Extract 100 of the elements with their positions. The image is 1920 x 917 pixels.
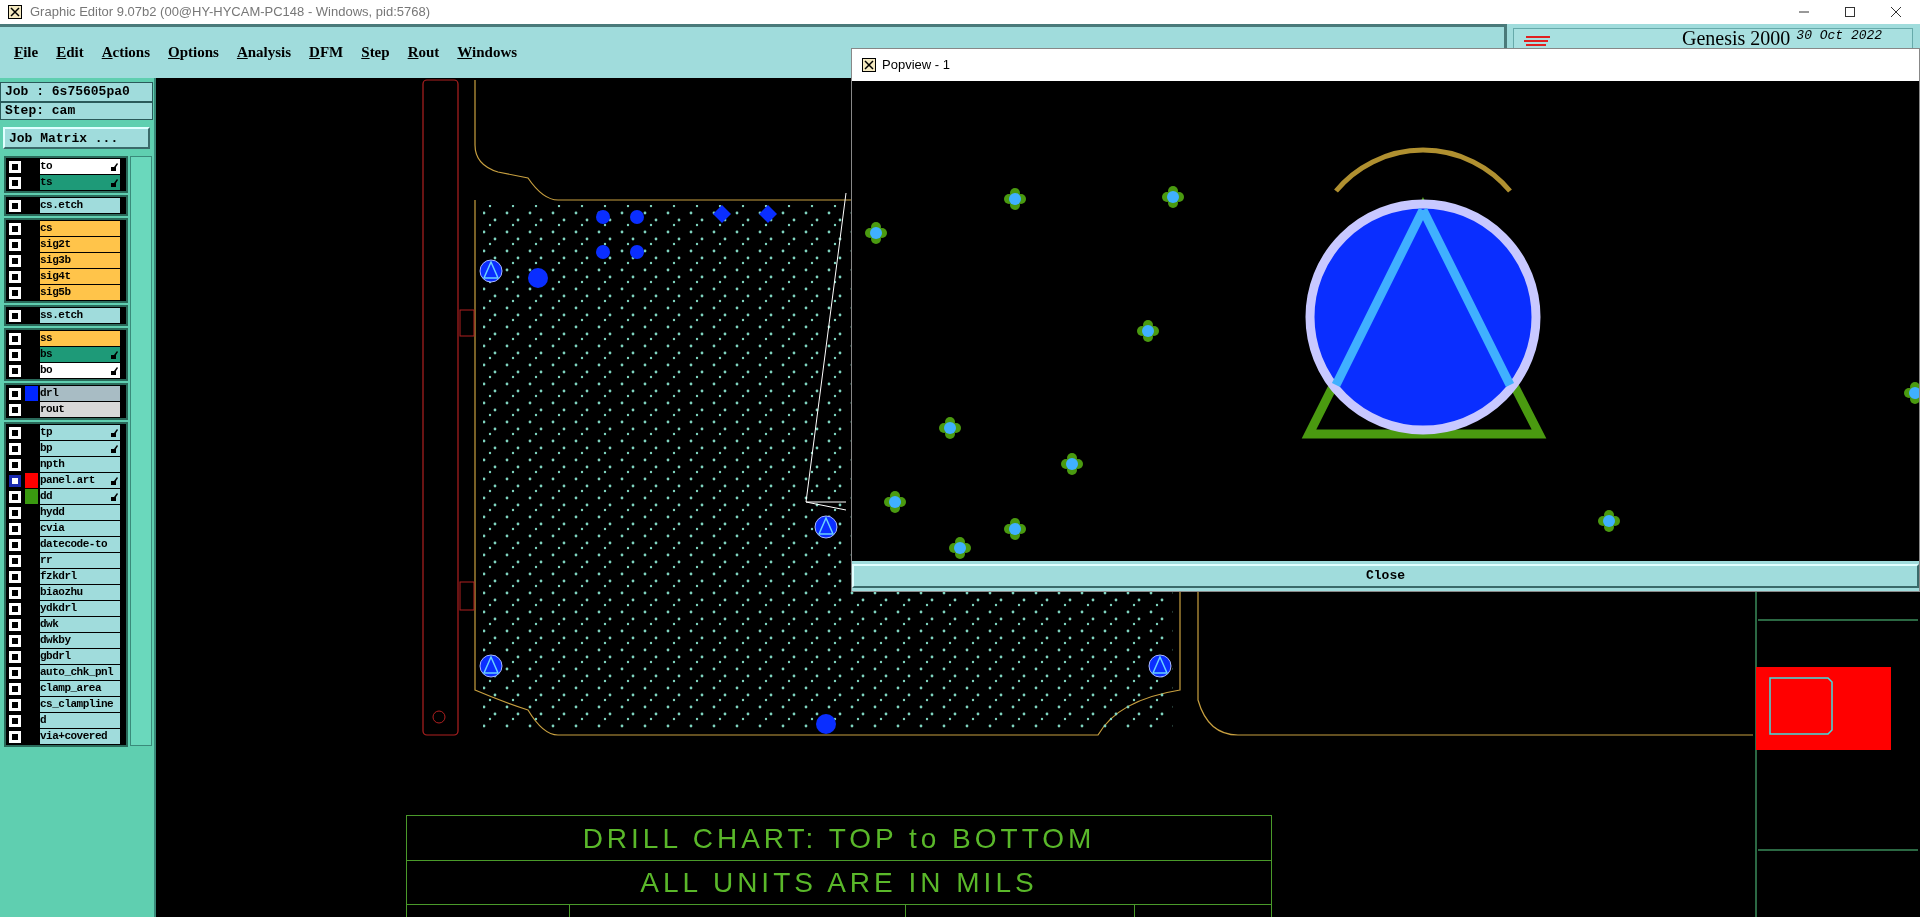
layer-name[interactable]: cvia xyxy=(40,521,120,536)
layer-label: dd xyxy=(40,489,53,504)
pad xyxy=(1061,453,1083,475)
popview-title: Popview - 1 xyxy=(882,56,950,75)
layer-name[interactable]: ydkdrl xyxy=(40,601,120,616)
layer-name[interactable]: rout xyxy=(40,402,120,417)
pad xyxy=(1598,510,1620,532)
layer-label: bs xyxy=(40,347,53,362)
layer-name[interactable]: ts xyxy=(40,175,120,190)
layer-label: bp xyxy=(40,441,53,456)
diamond-pad xyxy=(759,205,777,223)
app-icon xyxy=(8,5,22,19)
drill-chart-subtitle: ALL UNITS ARE IN MILS xyxy=(407,861,1271,905)
product-name: Genesis 2000 xyxy=(1682,29,1791,47)
menu-item[interactable]: Edit xyxy=(56,41,84,64)
menu-item[interactable]: Step xyxy=(361,41,390,64)
menu-item[interactable]: File xyxy=(14,41,39,64)
layer-label: ts xyxy=(40,175,53,190)
maximize-icon[interactable] xyxy=(1844,6,1856,18)
layer-checkbox[interactable] xyxy=(9,474,21,487)
layer-name[interactable]: dd xyxy=(40,489,120,504)
layer-name[interactable]: sig4t xyxy=(40,269,120,284)
layer-name[interactable]: drl xyxy=(40,386,120,401)
layer-label: fzkdrl xyxy=(40,569,77,584)
layer-label: cs.etch xyxy=(40,198,83,213)
layer-name[interactable]: to xyxy=(40,159,120,174)
window-title: Graphic Editor 9.07b2 (00@HY-HYCAM-PC148 - Windows, pid:5768) xyxy=(30,3,430,22)
layer-label: d xyxy=(40,713,47,728)
step-name: Step: cam xyxy=(0,102,153,120)
layer-name[interactable]: fzkdrl xyxy=(40,569,120,584)
layer-name[interactable]: npth xyxy=(40,457,120,472)
pad xyxy=(939,417,961,439)
pad xyxy=(1904,382,1919,404)
layer-name[interactable]: sig2t xyxy=(40,237,120,252)
drill-hole xyxy=(630,245,644,259)
layer-name[interactable]: cs xyxy=(40,221,120,236)
layer-name[interactable]: panel.art xyxy=(40,473,120,488)
pad xyxy=(949,537,971,559)
menu-item[interactable]: Windows xyxy=(457,41,518,64)
diamond-pad xyxy=(713,205,731,223)
layer-label: ydkdrl xyxy=(40,601,77,616)
menu-item[interactable]: Analysis xyxy=(236,41,292,64)
layer-label: hydd xyxy=(40,505,65,520)
drill-chart-title: DRILL CHART: TOP to BOTTOM xyxy=(407,816,1271,861)
layer-label: bo xyxy=(40,363,53,378)
layer-label: dwkby xyxy=(40,633,71,648)
layer-name[interactable]: ss.etch xyxy=(40,308,120,323)
triangle-drill-pad xyxy=(479,259,503,283)
layer-name[interactable]: rr xyxy=(40,553,120,568)
menu-item[interactable]: Rout xyxy=(407,41,440,64)
layer-label: cvia xyxy=(40,521,65,536)
layer-label: npth xyxy=(40,457,65,472)
layer-name[interactable]: biaozhu xyxy=(40,585,120,600)
layer-name[interactable]: hydd xyxy=(40,505,120,520)
drill-hole xyxy=(816,714,836,734)
layer-name[interactable]: sig5b xyxy=(40,285,120,300)
layer-label: rout xyxy=(40,402,65,417)
layer-label: tp xyxy=(40,425,53,440)
layer-name[interactable]: sig3b xyxy=(40,253,120,268)
close-icon[interactable] xyxy=(1890,6,1902,18)
layer-label: dwk xyxy=(40,617,59,632)
menu-item[interactable]: DFM xyxy=(309,41,344,64)
layer-label: panel.art xyxy=(40,473,95,488)
pad xyxy=(865,222,887,244)
drill-hole xyxy=(630,210,644,224)
layer-name[interactable]: bs xyxy=(40,347,120,362)
layer-label: sig4t xyxy=(40,269,71,284)
layer-name[interactable]: dwkby xyxy=(40,633,120,648)
pad xyxy=(1004,518,1026,540)
layer-label: ss xyxy=(40,331,53,346)
menu-item[interactable]: Options xyxy=(168,41,219,64)
drill-hole xyxy=(596,245,610,259)
triangle-drill-pad xyxy=(479,654,503,678)
scrollbar[interactable] xyxy=(130,156,152,746)
layer-label: sig5b xyxy=(40,285,71,300)
layer-label: gbdrl xyxy=(40,649,71,664)
layer-name[interactable]: gbdrl xyxy=(40,649,120,664)
triangle-drill-pad xyxy=(814,515,838,539)
layer-name[interactable]: dwk xyxy=(40,617,120,632)
layer-name[interactable]: ss xyxy=(40,331,120,346)
close-button[interactable]: Close xyxy=(852,564,1919,588)
layer-name[interactable]: cs.etch xyxy=(40,198,120,213)
layer-label: drl xyxy=(40,386,59,401)
date-text: 30 Oct 2022 xyxy=(1796,29,1883,43)
layer-name[interactable]: tp xyxy=(40,425,120,440)
layer-name[interactable]: d xyxy=(40,713,120,728)
triangle-drill-pad xyxy=(1148,654,1172,678)
layer-label: biaozhu xyxy=(40,585,83,600)
layer-name[interactable]: bo xyxy=(40,363,120,378)
layer-name[interactable]: clamp_area xyxy=(40,681,120,696)
layer-name[interactable]: bp xyxy=(40,441,120,456)
pad xyxy=(884,491,906,513)
menu-item[interactable]: Actions xyxy=(101,41,151,64)
drill-hole xyxy=(528,268,548,288)
layer-label: ss.etch xyxy=(40,308,83,323)
layer-label: sig3b xyxy=(40,253,71,268)
job-matrix-button[interactable]: Job Matrix ... xyxy=(3,127,150,149)
layer-label: rr xyxy=(40,553,53,568)
app-icon xyxy=(862,58,876,72)
layer-label: sig2t xyxy=(40,237,71,252)
